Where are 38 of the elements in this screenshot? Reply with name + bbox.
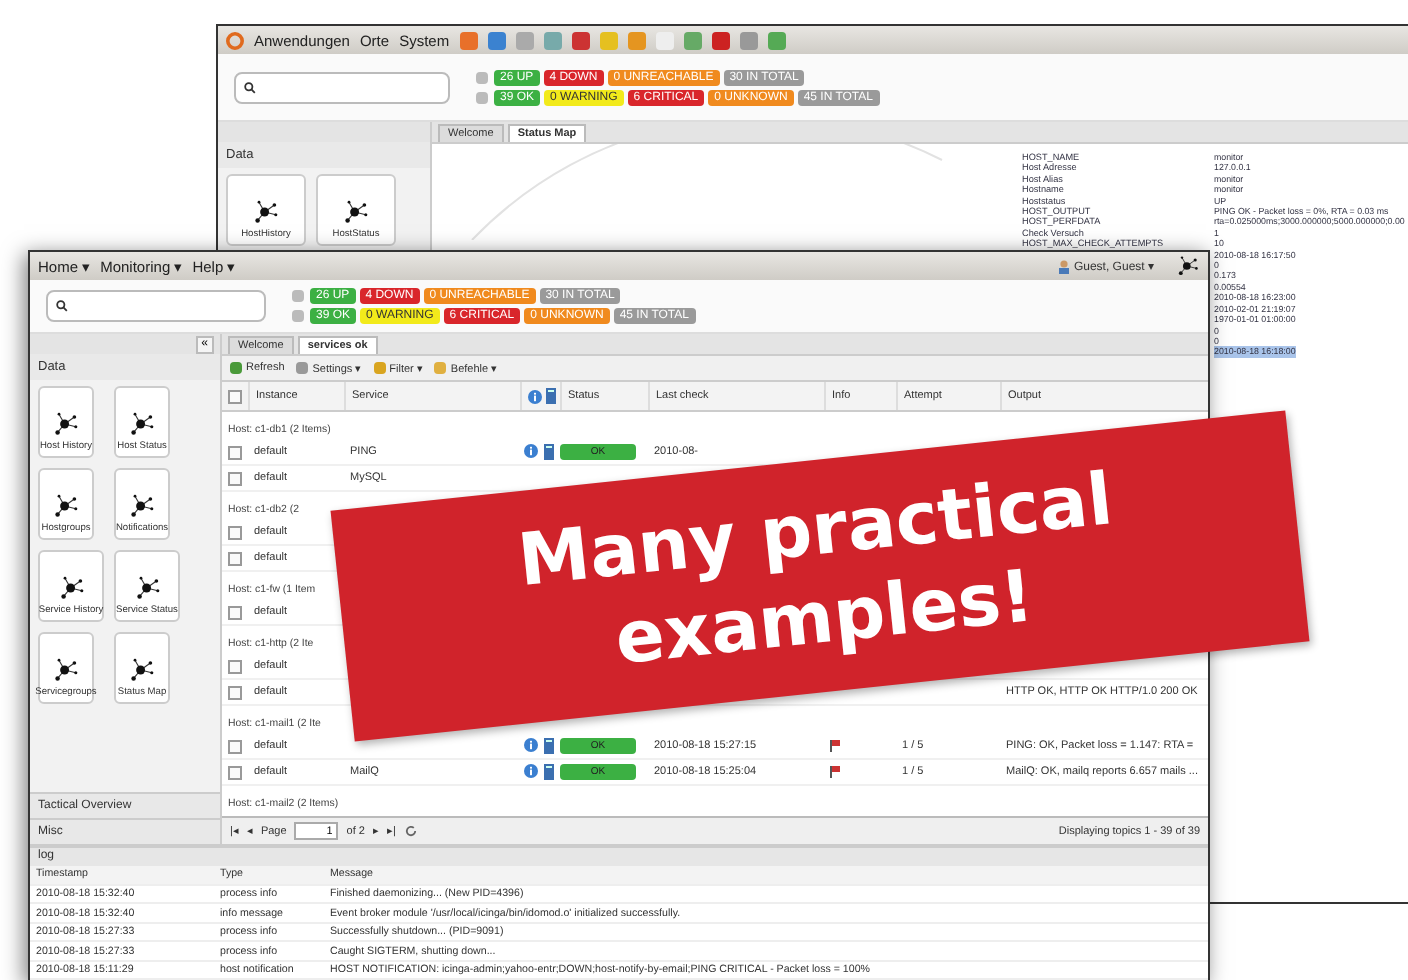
network-icon xyxy=(52,656,80,684)
network-icon xyxy=(52,492,80,520)
search-field[interactable] xyxy=(234,71,450,103)
refresh-icon[interactable] xyxy=(403,824,418,838)
document-icon xyxy=(544,444,554,460)
info-icon xyxy=(528,389,542,403)
flag-icon xyxy=(830,766,840,778)
logo-icon xyxy=(226,31,244,49)
row-checkbox[interactable] xyxy=(228,765,242,779)
info-icon xyxy=(524,764,538,778)
row-checkbox[interactable] xyxy=(228,445,242,459)
info-icon xyxy=(524,738,538,752)
select-all-checkbox[interactable] xyxy=(228,389,242,403)
network-icon xyxy=(52,410,80,438)
row-checkbox[interactable] xyxy=(228,471,242,485)
search-icon xyxy=(244,81,256,93)
network-icon xyxy=(128,410,156,438)
row-checkbox[interactable] xyxy=(228,551,242,565)
row-checkbox[interactable] xyxy=(228,685,242,699)
network-icon xyxy=(128,656,156,684)
user-icon xyxy=(1057,259,1070,273)
search-field[interactable] xyxy=(46,290,266,322)
logo-icon xyxy=(1176,254,1200,278)
network-icon xyxy=(252,198,280,226)
flag-icon xyxy=(830,740,840,752)
document-icon xyxy=(546,388,556,404)
row-checkbox[interactable] xyxy=(228,659,242,673)
document-icon xyxy=(544,738,554,754)
row-checkbox[interactable] xyxy=(228,605,242,619)
document-icon xyxy=(544,764,554,780)
network-icon xyxy=(133,574,161,602)
network-icon xyxy=(342,198,370,226)
network-icon xyxy=(128,492,156,520)
network-icon xyxy=(57,574,85,602)
row-checkbox[interactable] xyxy=(228,739,242,753)
info-icon xyxy=(524,444,538,458)
search-icon xyxy=(56,300,68,312)
row-checkbox[interactable] xyxy=(228,525,242,539)
